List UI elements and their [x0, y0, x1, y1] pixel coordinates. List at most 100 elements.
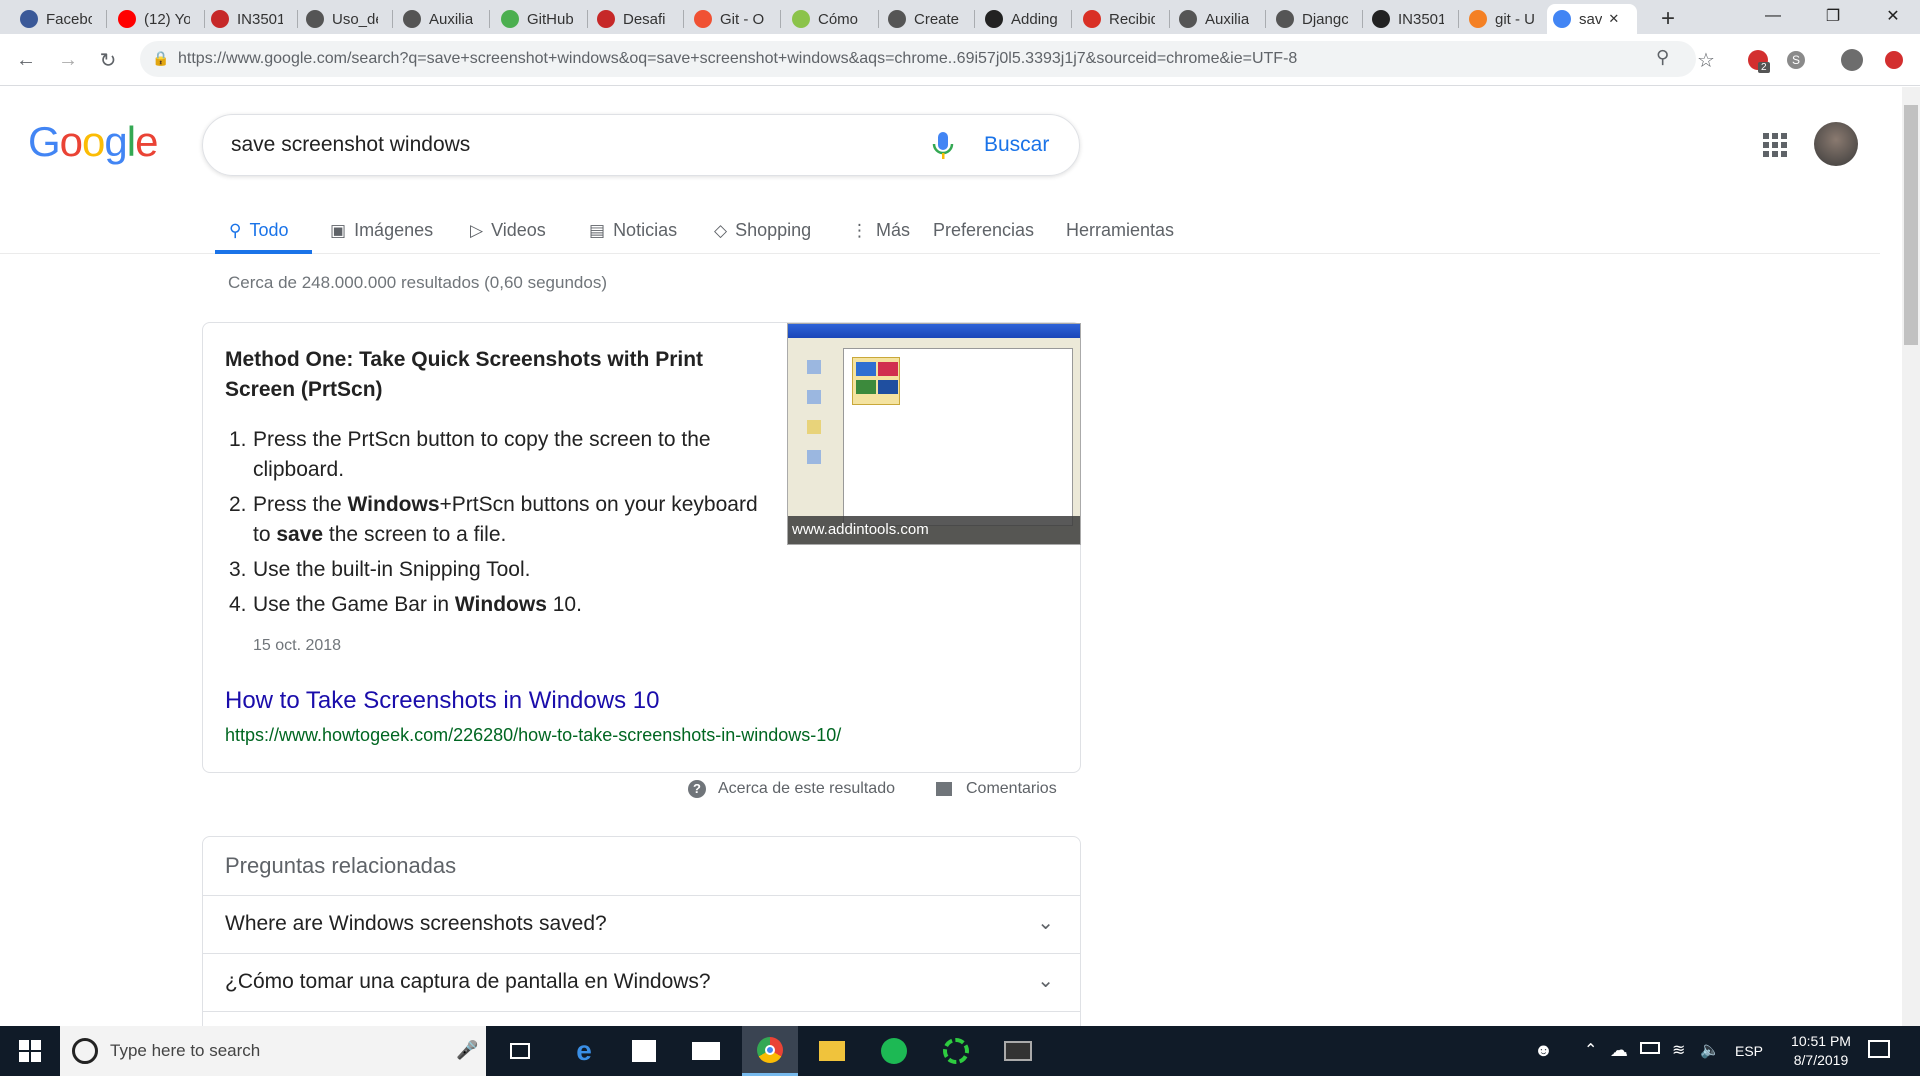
google-logo[interactable]: Google [28, 118, 158, 166]
result-link[interactable]: How to Take Screenshots in Windows 10 [225, 687, 659, 715]
browser-tab[interactable]: GitHub [495, 4, 579, 34]
browser-tab[interactable]: Create [882, 4, 966, 34]
clock-time: 10:51 PM [1791, 1033, 1851, 1049]
restore-button[interactable]: ❐ [1810, 0, 1856, 32]
step-number: 3. [229, 558, 247, 581]
browser-tab[interactable]: IN3501 [205, 4, 289, 34]
tab-shopping[interactable]: ◇ Shopping [714, 220, 811, 241]
browser-tab[interactable]: git - U [1463, 4, 1547, 34]
extension-adblock-icon[interactable]: 2 [1744, 46, 1772, 74]
browser-tab[interactable]: sav ✕ [1547, 4, 1637, 34]
tab-title: Git - O [720, 10, 765, 28]
tab-title: GitHub [527, 10, 573, 28]
chevron-up-icon[interactable]: ⌃ [1584, 1040, 1597, 1060]
browser-tab[interactable]: Desafi [591, 4, 675, 34]
taskbar-search-input[interactable]: Type here to search [110, 1041, 260, 1061]
task-view-icon[interactable] [492, 1026, 548, 1076]
address-bar[interactable]: 🔒 https://www.google.com/search?q=save+s… [140, 41, 1696, 77]
logo-letter: G [28, 118, 61, 165]
browser-tab[interactable]: Adding [979, 4, 1063, 34]
battery-icon[interactable] [1640, 1042, 1660, 1054]
tab-title: Facebo [46, 10, 92, 28]
microphone-icon[interactable] [931, 130, 955, 162]
taskbar-search[interactable]: Type here to search 🎤 [60, 1026, 486, 1076]
browser-tab[interactable]: Cómo [786, 4, 870, 34]
start-button[interactable] [0, 1026, 60, 1076]
tab-mas[interactable]: ⋮ Más [851, 220, 910, 241]
search-box[interactable]: save screenshot windows Buscar [202, 114, 1080, 176]
mail-icon[interactable] [678, 1026, 734, 1076]
profile-icon[interactable] [1838, 46, 1866, 74]
globe-icon [888, 10, 906, 28]
tab-preferencias[interactable]: Preferencias [933, 220, 1034, 241]
about-result-link[interactable]: ? Acerca de este resultado [688, 780, 895, 798]
related-question[interactable]: ¿Cómo tomar una captura de pantalla en W… [203, 953, 1080, 1011]
bookmark-star-icon[interactable]: ☆ [1692, 46, 1720, 74]
tab-todo[interactable]: ⚲ Todo [229, 220, 289, 241]
clock-date: 8/7/2019 [1793, 1052, 1849, 1068]
notifications-icon[interactable] [1868, 1040, 1890, 1058]
volume-icon[interactable]: 🔈 [1700, 1040, 1720, 1060]
edge-icon[interactable]: e [556, 1026, 612, 1076]
chevron-down-icon[interactable]: ⌄ [1037, 910, 1054, 935]
scrollbar-thumb[interactable] [1904, 105, 1918, 345]
tab-title: IN3501 [237, 10, 283, 28]
tab-separator [587, 10, 588, 28]
tab-label: Todo [249, 220, 289, 240]
google-apps-icon[interactable] [1763, 133, 1787, 157]
extension-skype-icon[interactable]: S [1782, 46, 1810, 74]
search-button[interactable]: Buscar [984, 133, 1049, 157]
browser-tab[interactable]: Auxilia [1173, 4, 1257, 34]
file-explorer-icon[interactable] [804, 1026, 860, 1076]
chrome-icon[interactable] [742, 1026, 798, 1076]
browser-tab[interactable]: Auxilia [397, 4, 481, 34]
page-scrollbar[interactable] [1902, 87, 1920, 1026]
result-url[interactable]: https://www.howtogeek.com/226280/how-to-… [225, 725, 841, 746]
cloud-icon[interactable]: ☁ [1610, 1040, 1628, 1061]
close-window-button[interactable]: ✕ [1870, 0, 1916, 32]
comments-label: Comentarios [966, 780, 1057, 797]
store-icon[interactable] [616, 1026, 672, 1076]
snippet-image[interactable]: www.addintools.com [787, 323, 1081, 545]
browser-tab[interactable]: Recibid [1077, 4, 1161, 34]
spotify-icon[interactable] [866, 1026, 922, 1076]
browser-tab[interactable]: (12) Yo [112, 4, 196, 34]
browser-tab[interactable]: Uso_de [300, 4, 384, 34]
people-icon[interactable]: ☻ [1534, 1040, 1553, 1061]
language-indicator[interactable]: ESP [1735, 1043, 1763, 1059]
github-icon [1372, 10, 1390, 28]
avatar[interactable] [1814, 122, 1858, 166]
zoom-icon[interactable]: ⚲ [1656, 47, 1669, 68]
browser-tab[interactable]: Facebo [14, 4, 98, 34]
terminal-icon[interactable] [990, 1026, 1046, 1076]
globe-icon [1179, 10, 1197, 28]
image-caption: www.addintools.com [788, 516, 1080, 544]
tab-label: Preferencias [933, 220, 1035, 240]
tab-videos[interactable]: ▷ Videos [470, 220, 546, 241]
related-question[interactable]: Where are Windows screenshots saved? ⌄ [203, 895, 1080, 953]
forward-icon[interactable]: → [54, 46, 82, 74]
back-icon[interactable]: ← [12, 46, 40, 74]
update-icon[interactable] [1880, 46, 1908, 74]
tab-herramientas[interactable]: Herramientas [1066, 220, 1174, 241]
app-icon[interactable] [928, 1026, 984, 1076]
reload-icon[interactable]: ↻ [94, 46, 122, 74]
clock[interactable]: 10:51 PM 8/7/2019 [1776, 1032, 1866, 1070]
tab-imagenes[interactable]: ▣ Imágenes [330, 220, 433, 241]
tab-title: (12) Yo [144, 10, 190, 28]
snippet-steps: 1. Press the PrtScn button to copy the sc… [225, 425, 765, 625]
browser-tab[interactable]: Djangc [1270, 4, 1354, 34]
browser-tab[interactable]: IN3501 [1366, 4, 1450, 34]
tab-title: Auxilia [1205, 10, 1250, 28]
comments-link[interactable]: Comentarios [936, 780, 1057, 798]
microphone-icon[interactable]: 🎤 [456, 1040, 478, 1061]
wifi-icon[interactable]: ≋ [1672, 1040, 1685, 1060]
close-tab-icon[interactable]: ✕ [1608, 11, 1619, 27]
new-tab-button[interactable]: + [1650, 4, 1686, 34]
minimize-button[interactable]: — [1750, 0, 1796, 32]
chevron-down-icon[interactable]: ⌄ [1037, 968, 1054, 993]
browser-tab[interactable]: Git - O [688, 4, 772, 34]
tab-noticias[interactable]: ▤ Noticias [589, 220, 677, 241]
search-input[interactable]: save screenshot windows [231, 133, 470, 157]
url-text[interactable]: https://www.google.com/search?q=save+scr… [178, 50, 1297, 68]
